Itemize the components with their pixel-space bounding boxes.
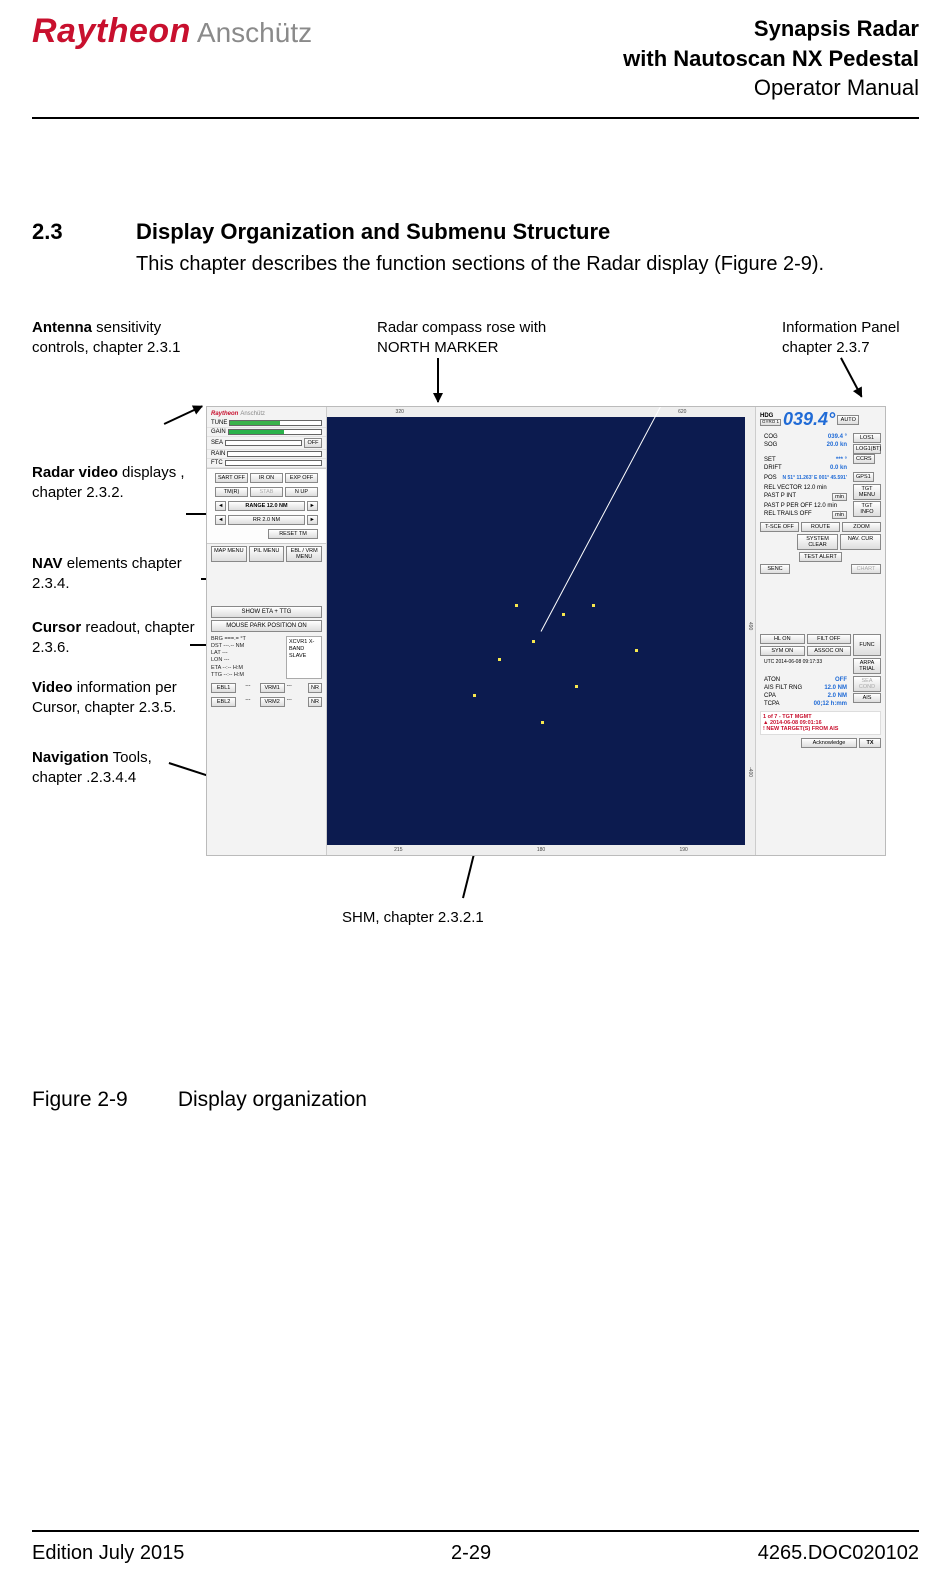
section-2-3: 2.3 Display Organization and Submenu Str… [32, 219, 919, 1112]
footer-page: 2-29 [451, 1542, 491, 1565]
callout-shm: SHM, chapter 2.3.2.1 [342, 908, 484, 928]
callout-cursor: Cursor readout, chapter 2.3.6. [32, 618, 202, 657]
page-header: Raytheon Anschütz Synapsis Radar with Na… [32, 0, 919, 119]
arrow-compass [437, 358, 439, 402]
doc-title: Synapsis Radar [623, 14, 919, 44]
callout-info-panel: Information Panel chapter 2.3.7 [782, 318, 932, 357]
arrow-info [840, 358, 862, 398]
callout-radar-video: Radar video displays , chapter 2.3.2. [32, 463, 202, 502]
doc-manual: Operator Manual [623, 73, 919, 103]
figure-caption: Figure 2-9 Display organization [32, 1088, 919, 1112]
heading-line [541, 407, 664, 632]
arrow-antenna [164, 405, 203, 424]
callout-compass: Radar compass rose with NORTH MARKER [377, 318, 557, 357]
section-desc: This chapter describes the function sect… [136, 251, 919, 278]
section-number: 2.3 [32, 219, 92, 245]
section-title: Display Organization and Submenu Structu… [136, 219, 919, 245]
info-panel: HDG GYRO 1 039.4° AUTO COG039.4 ° SOG20.… [755, 407, 885, 855]
brand-logo: Raytheon Anschütz [32, 12, 312, 51]
doc-subtitle: with Nautoscan NX Pedestal [623, 44, 919, 74]
footer-edition: Edition July 2015 [32, 1542, 184, 1565]
page-footer: Edition July 2015 2-29 4265.DOC020102 [32, 1530, 919, 1565]
figure-number: Figure 2-9 [32, 1088, 172, 1112]
callout-antenna: Antenna sensitivity controls, chapter 2.… [32, 318, 202, 357]
callout-nav: NAV elements chapter 2.3.4. [32, 554, 202, 593]
callout-video-info: Video information per Cursor, chapter 2.… [32, 678, 207, 717]
ppi-display: 320620 215180190 490-400 [327, 407, 755, 855]
footer-doc: 4265.DOC020102 [758, 1542, 919, 1565]
logo-anschuetz: Anschütz [197, 17, 312, 49]
header-titles: Synapsis Radar with Nautoscan NX Pedesta… [623, 14, 919, 103]
left-panel: RaytheonAnschütz TUNE GAIN SEAOFF RAIN F… [207, 407, 327, 855]
figure-title: Display organization [178, 1088, 367, 1111]
callout-nav-tools: Navigation Tools, chapter .2.3.4.4 [32, 748, 202, 787]
radar-screenshot: RaytheonAnschütz TUNE GAIN SEAOFF RAIN F… [206, 406, 886, 856]
figure-2-9: Antenna sensitivity controls, chapter 2.… [32, 318, 919, 958]
logo-raytheon: Raytheon [32, 12, 191, 51]
